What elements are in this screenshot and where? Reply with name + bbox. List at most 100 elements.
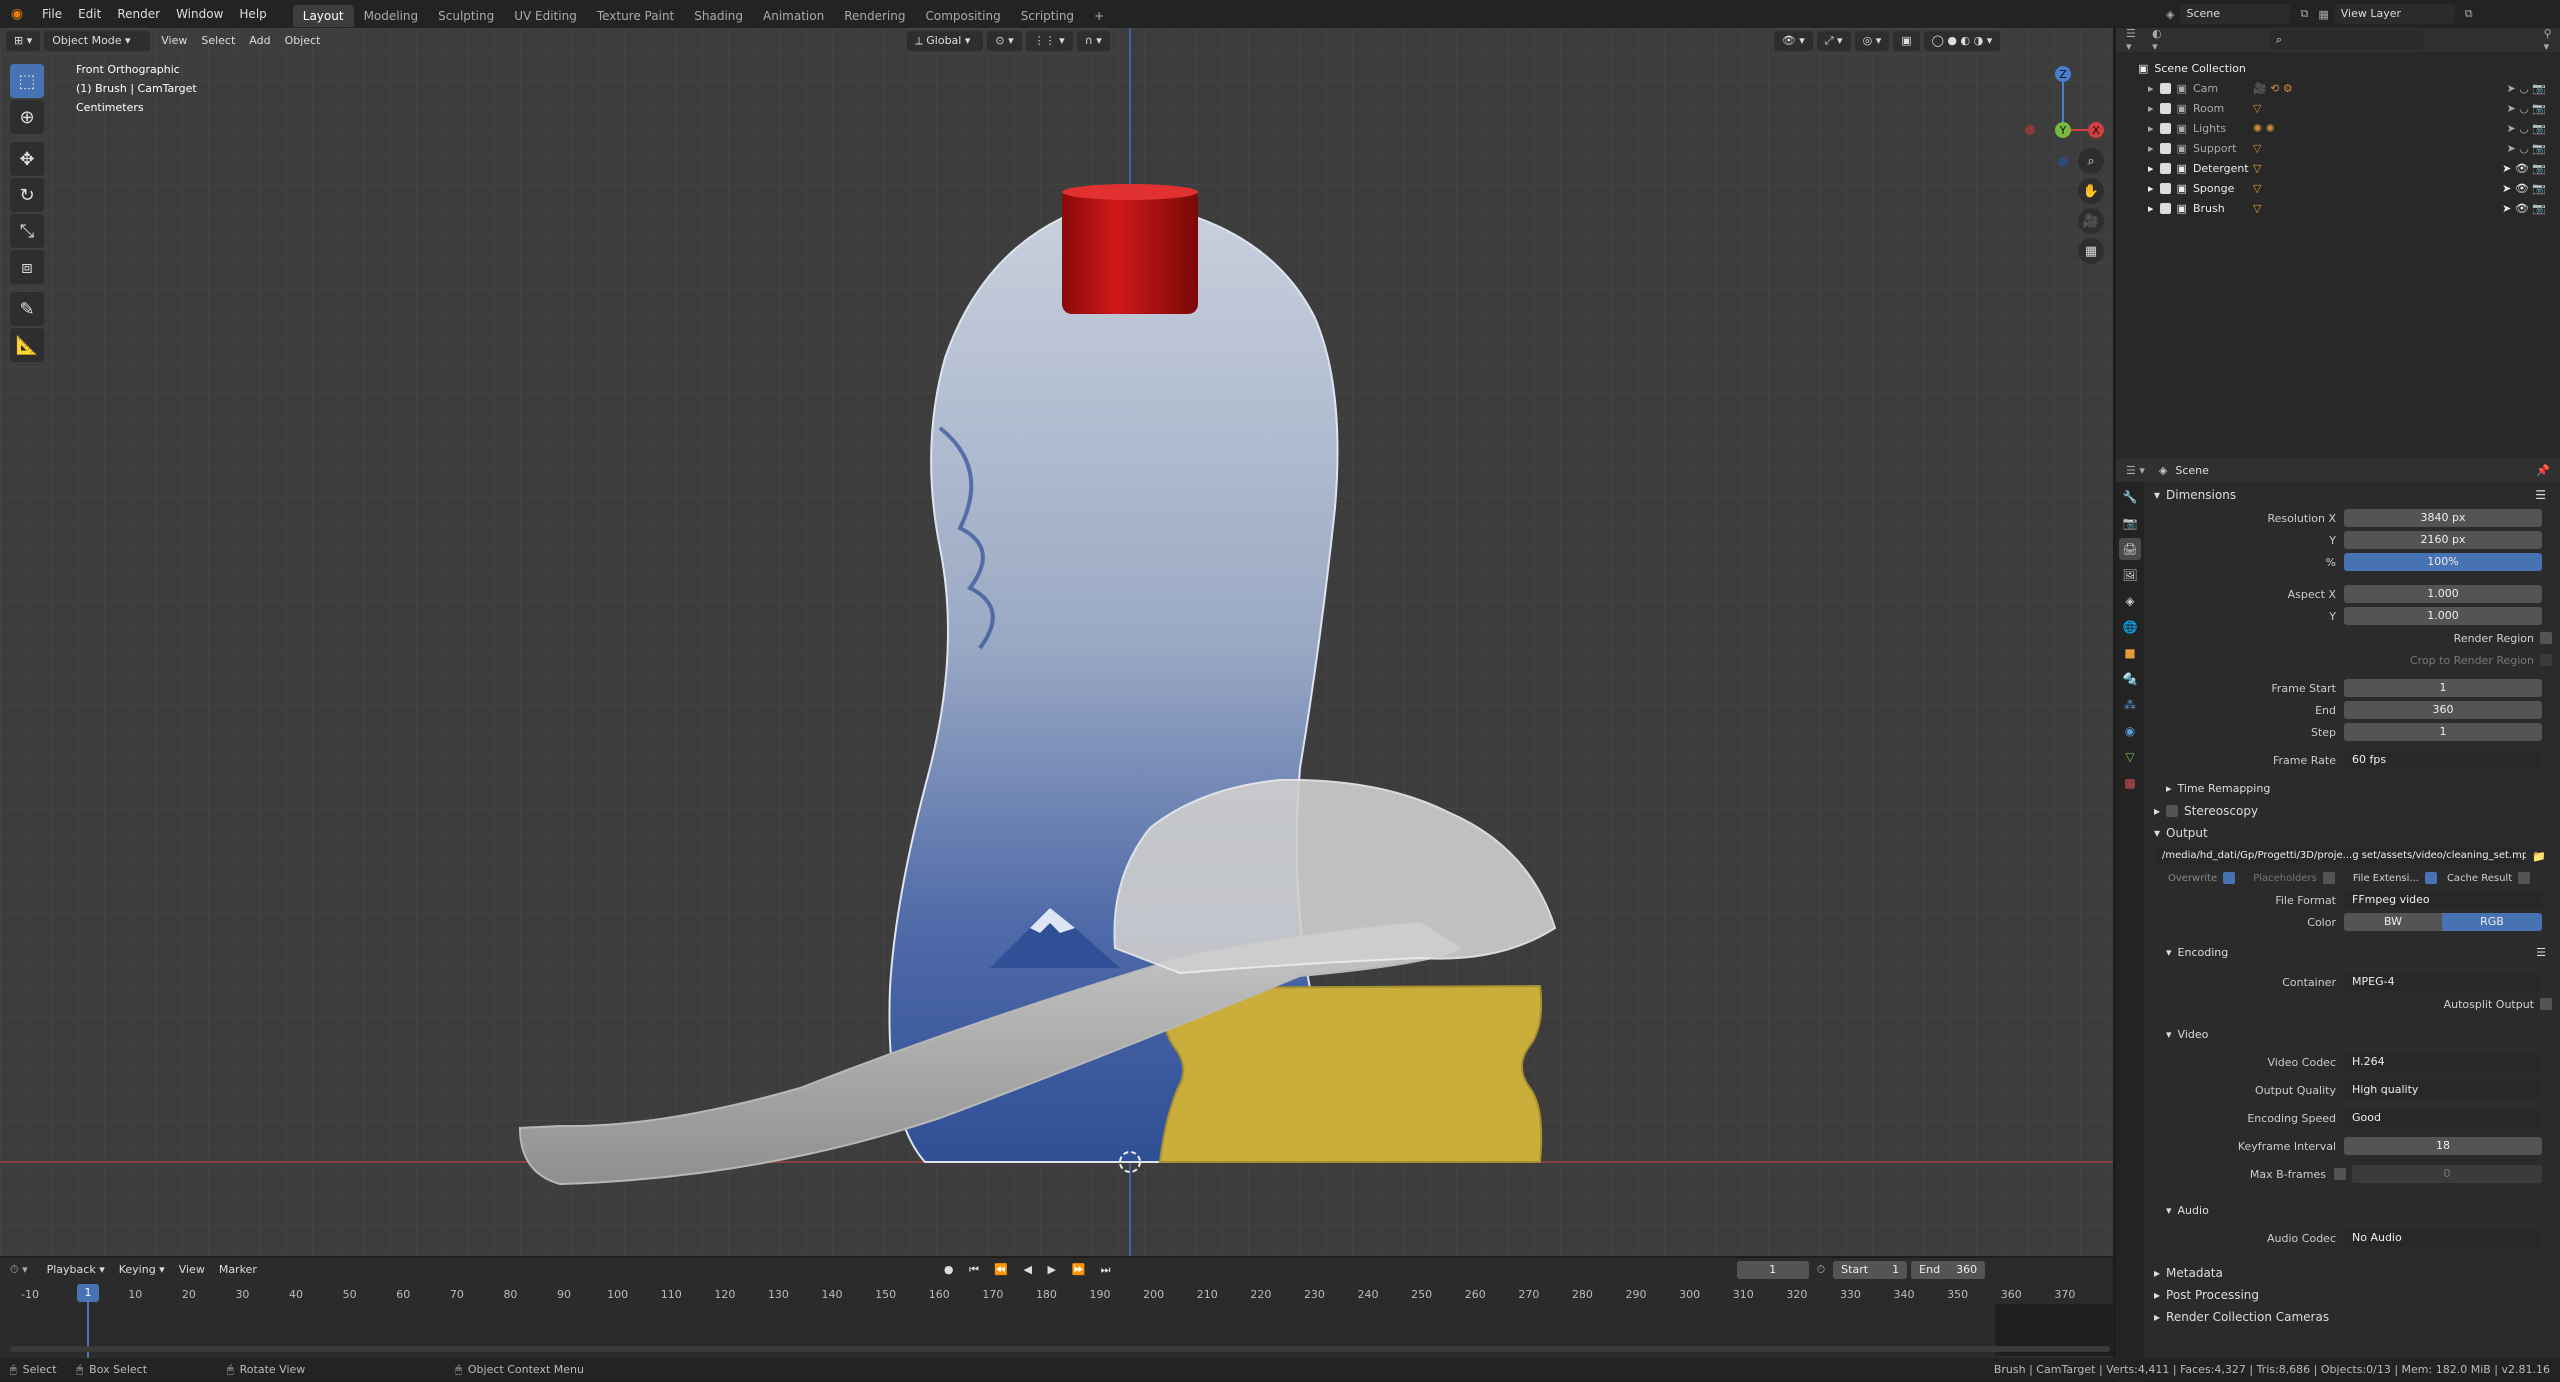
outliner-item-cam[interactable]: ▸ ▣ Cam 🎥 ⟲ ⚙ ➤ ◡ 📷 bbox=[2138, 78, 2560, 98]
render-tab-icon[interactable]: 📷 bbox=[2119, 512, 2141, 534]
menu-view[interactable]: View bbox=[172, 1260, 212, 1280]
encoding-speed-dropdown[interactable]: Good bbox=[2344, 1109, 2542, 1127]
menu-playback[interactable]: Playback ▾ bbox=[40, 1260, 112, 1280]
color-rgb-button[interactable]: RGB bbox=[2442, 913, 2542, 931]
expand-arrow-icon[interactable]: ▸ bbox=[2148, 102, 2154, 115]
object-tab-icon[interactable]: ■ bbox=[2119, 642, 2141, 664]
crop-checkbox[interactable] bbox=[2540, 654, 2552, 666]
resolution-pct-slider[interactable]: 100% bbox=[2344, 553, 2542, 571]
scene-selector[interactable]: Scene bbox=[2180, 4, 2291, 24]
scene-collection-row[interactable]: ▣ Scene Collection bbox=[2138, 58, 2560, 78]
render-collection-cameras-panel-header[interactable]: ▸ Render Collection Cameras bbox=[2144, 1306, 2560, 1328]
3d-viewport[interactable]: ⊞ ▾ Object Mode ▾ View Select Add Object… bbox=[0, 28, 2113, 1256]
tab-shading[interactable]: Shading bbox=[684, 5, 753, 27]
output-tab-icon[interactable]: 🖨 bbox=[2119, 538, 2141, 560]
tab-animation[interactable]: Animation bbox=[753, 5, 834, 27]
bframes-field[interactable]: 0 bbox=[2352, 1165, 2542, 1183]
frame-end-field[interactable]: 360 bbox=[2344, 701, 2542, 719]
presets-icon[interactable]: ☰ bbox=[2536, 942, 2546, 964]
expand-arrow-icon[interactable]: ▸ bbox=[2148, 122, 2154, 135]
stopwatch-icon[interactable]: ⏱ bbox=[1817, 1263, 1826, 1277]
stereoscopy-checkbox[interactable] bbox=[2166, 805, 2179, 817]
audio-panel-header[interactable]: ▾ Audio bbox=[2144, 1200, 2560, 1222]
output-panel-header[interactable]: ▾ Output bbox=[2144, 822, 2560, 844]
display-mode-icon[interactable]: ◐ ▾ bbox=[2152, 27, 2170, 53]
include-checkbox[interactable] bbox=[2159, 102, 2171, 114]
audio-codec-dropdown[interactable]: No Audio bbox=[2344, 1229, 2542, 1247]
placeholders-checkbox[interactable] bbox=[2322, 872, 2335, 884]
menu-marker[interactable]: Marker bbox=[212, 1260, 264, 1280]
container-dropdown[interactable]: MPEG-4 bbox=[2344, 973, 2542, 991]
output-quality-dropdown[interactable]: High quality bbox=[2344, 1081, 2542, 1099]
include-checkbox[interactable] bbox=[2159, 142, 2171, 154]
outliner-item-room[interactable]: ▸ ▣ Room ▽ ➤ ◡ 📷 bbox=[2138, 98, 2560, 118]
restrict-icons[interactable]: ➤ ◡ 📷 bbox=[2506, 122, 2546, 135]
outliner-search[interactable]: ⌕ bbox=[2269, 30, 2424, 50]
restrict-icons[interactable]: ➤ 👁 📷 bbox=[2502, 202, 2546, 215]
expand-arrow-icon[interactable]: ▸ bbox=[2148, 202, 2154, 215]
outliner-item-support[interactable]: ▸ ▣ Support ▽ ➤ ◡ 📷 bbox=[2138, 138, 2560, 158]
presets-icon[interactable]: ☰ bbox=[2535, 484, 2546, 506]
tab-compositing[interactable]: Compositing bbox=[915, 5, 1010, 27]
resolution-y-field[interactable]: 2160 px bbox=[2344, 531, 2542, 549]
editor-type-icon[interactable]: ☰ ▾ bbox=[2126, 27, 2144, 53]
tab-uv-editing[interactable]: UV Editing bbox=[504, 5, 587, 27]
pin-icon[interactable]: 📌 bbox=[2536, 464, 2550, 477]
expand-arrow-icon[interactable]: ▸ bbox=[2148, 142, 2154, 155]
view-layer-selector[interactable]: View Layer bbox=[2334, 4, 2455, 24]
world-tab-icon[interactable]: 🌐 bbox=[2119, 616, 2141, 638]
keyframe-field[interactable]: 18 bbox=[2344, 1137, 2542, 1155]
current-frame-field[interactable]: 1 bbox=[1736, 1261, 1809, 1279]
folder-icon[interactable]: 📁 bbox=[2532, 850, 2546, 863]
end-frame-field[interactable]: End 360 bbox=[1911, 1261, 1986, 1279]
new-view-layer-icon[interactable]: ⧉ bbox=[2465, 7, 2473, 21]
include-checkbox[interactable] bbox=[2159, 182, 2171, 194]
include-checkbox[interactable] bbox=[2159, 202, 2171, 214]
video-codec-dropdown[interactable]: H.264 bbox=[2344, 1053, 2542, 1071]
timeline-scrollbar[interactable] bbox=[10, 1346, 2110, 1352]
menu-edit[interactable]: Edit bbox=[70, 0, 109, 28]
editor-type-icon[interactable]: ⏱ ▾ bbox=[10, 1263, 28, 1277]
view-layer-tab-icon[interactable]: 🖼 bbox=[2119, 564, 2141, 586]
menu-keying[interactable]: Keying ▾ bbox=[112, 1260, 172, 1280]
restrict-icons[interactable]: ➤ 👁 📷 bbox=[2502, 162, 2546, 175]
dimensions-panel-header[interactable]: ▾ Dimensions ☰ bbox=[2144, 484, 2560, 506]
menu-render[interactable]: Render bbox=[109, 0, 168, 28]
start-frame-field[interactable]: Start 1 bbox=[1833, 1261, 1908, 1279]
frame-start-field[interactable]: 1 bbox=[2344, 679, 2542, 697]
tab-modeling[interactable]: Modeling bbox=[354, 5, 429, 27]
cache-checkbox[interactable] bbox=[2518, 872, 2531, 884]
include-checkbox[interactable] bbox=[2159, 82, 2171, 94]
post-processing-panel-header[interactable]: ▸ Post Processing bbox=[2144, 1284, 2560, 1306]
outliner-item-brush[interactable]: ▸ ▣ Brush ▽ ➤ 👁 📷 bbox=[2138, 198, 2560, 218]
menu-file[interactable]: File bbox=[34, 0, 70, 28]
filter-icon[interactable]: ⚲ ▾ bbox=[2544, 27, 2560, 53]
tab-sculpting[interactable]: Sculpting bbox=[428, 5, 504, 27]
material-tab-icon[interactable]: ▩ bbox=[2119, 772, 2141, 794]
resolution-x-field[interactable]: 3840 px bbox=[2344, 509, 2542, 527]
color-bw-button[interactable]: BW bbox=[2344, 913, 2442, 931]
bframes-checkbox[interactable] bbox=[2334, 1168, 2346, 1180]
time-remapping-header[interactable]: ▸ Time Remapping bbox=[2144, 778, 2560, 800]
file-format-dropdown[interactable]: FFmpeg video bbox=[2344, 891, 2542, 909]
include-checkbox[interactable] bbox=[2159, 122, 2171, 134]
stereoscopy-header[interactable]: ▸ Stereoscopy bbox=[2144, 800, 2560, 822]
modifier-tab-icon[interactable]: 🔩 bbox=[2119, 668, 2141, 690]
frame-step-field[interactable]: 1 bbox=[2344, 723, 2542, 741]
frame-rate-dropdown[interactable]: 60 fps bbox=[2344, 751, 2542, 769]
blender-logo-icon[interactable]: ◉ bbox=[0, 6, 34, 22]
overwrite-checkbox[interactable] bbox=[2223, 872, 2236, 884]
playback-controls[interactable]: ● ⏮ ⏪ ◀ ▶ ⏩ ⏭ bbox=[944, 1263, 1117, 1277]
restrict-icons[interactable]: ➤ ◡ 📷 bbox=[2506, 82, 2546, 95]
render-region-checkbox[interactable] bbox=[2540, 632, 2552, 644]
output-path-field[interactable]: /media/hd_dati/Gp/Progetti/3D/proje...g … bbox=[2154, 847, 2526, 865]
file-ext-checkbox[interactable] bbox=[2424, 872, 2437, 884]
expand-arrow-icon[interactable]: ▸ bbox=[2148, 182, 2154, 195]
outliner-item-sponge[interactable]: ▸ ▣ Sponge ▽ ➤ 👁 📷 bbox=[2138, 178, 2560, 198]
restrict-icons[interactable]: ➤ 👁 📷 bbox=[2502, 182, 2546, 195]
menu-help[interactable]: Help bbox=[231, 0, 274, 28]
outliner-item-lights[interactable]: ▸ ▣ Lights ✺ ✺ ➤ ◡ 📷 bbox=[2138, 118, 2560, 138]
restrict-icons[interactable]: ➤ ◡ 📷 bbox=[2506, 142, 2546, 155]
data-tab-icon[interactable]: ▽ bbox=[2119, 746, 2141, 768]
include-checkbox[interactable] bbox=[2159, 162, 2171, 174]
